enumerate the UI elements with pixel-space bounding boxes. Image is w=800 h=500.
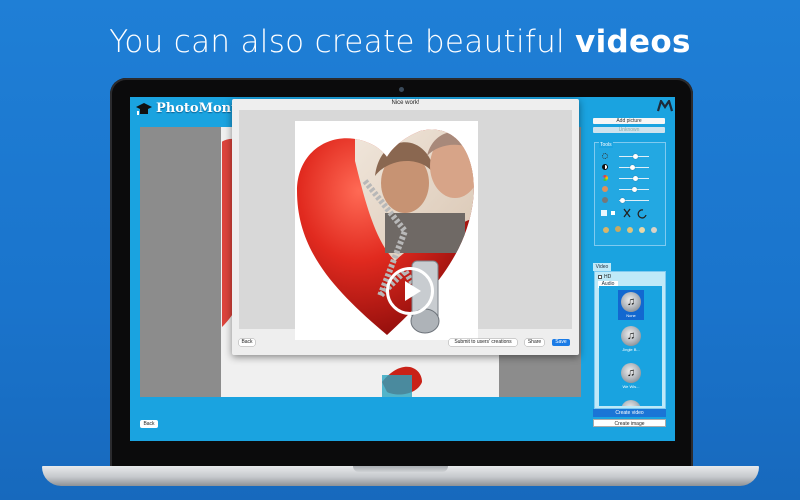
heart-photo-illustration	[297, 129, 474, 335]
slider-knob[interactable]	[630, 164, 635, 170]
tool-icons-row	[601, 208, 647, 219]
video-preview[interactable]	[239, 110, 572, 340]
disabled-button[interactable]: Unknown	[593, 127, 665, 133]
play-icon	[405, 281, 421, 301]
music-note-icon	[621, 400, 641, 406]
headline-text: You can also create beautiful	[109, 24, 576, 60]
saturation-icon	[602, 175, 608, 181]
audio-track-list[interactable]: ♫ None ♫ Jingle B... ♫ We Wis...	[599, 286, 662, 406]
play-button[interactable]	[386, 267, 434, 315]
blur-slider[interactable]	[602, 197, 660, 203]
rotate-icon	[637, 209, 647, 219]
slider-knob[interactable]	[619, 197, 625, 203]
music-note-icon: ♫	[621, 326, 641, 346]
track-name: None	[626, 313, 636, 318]
audio-track[interactable]: ♫ We Wis...	[618, 363, 644, 389]
laptop-notch	[353, 466, 448, 472]
hd-checkbox[interactable]	[598, 275, 602, 279]
camera-dot	[399, 87, 404, 92]
tools-panel: Tools	[594, 142, 666, 246]
scissors-icon	[623, 208, 631, 218]
track-name: Jingle B...	[622, 347, 640, 352]
hue-icon	[602, 186, 608, 192]
audio-track[interactable]: ♫ None	[618, 290, 644, 320]
video-tab[interactable]: Video	[593, 263, 611, 271]
create-image-button[interactable]: Create image	[593, 419, 666, 427]
saturation-slider[interactable]	[602, 175, 660, 181]
brightness-slider[interactable]	[602, 153, 660, 159]
hd-label: HD	[604, 274, 612, 280]
graduation-cap-icon	[136, 102, 152, 115]
back-button[interactable]: Back	[140, 420, 158, 428]
hue-slider[interactable]	[602, 186, 660, 192]
preview-dialog: Nice work! Back Submit to users' creatio…	[232, 99, 579, 355]
save-button[interactable]: Save	[552, 339, 570, 346]
dialog-title: Nice work!	[391, 100, 420, 106]
slider-knob[interactable]	[633, 153, 638, 159]
submit-creations-button[interactable]: Submit to users' creations	[449, 339, 517, 346]
contrast-icon	[602, 164, 608, 170]
track-name: We Wis...	[622, 384, 640, 389]
m-brand-icon	[657, 100, 673, 112]
slider-knob[interactable]	[631, 186, 637, 192]
slider-knob[interactable]	[633, 175, 638, 181]
preview-image	[295, 121, 478, 340]
hd-option[interactable]: HD	[598, 274, 611, 280]
dialog-back-button[interactable]: Back	[239, 339, 255, 346]
square-icon	[611, 211, 615, 215]
music-note-icon: ♫	[621, 292, 641, 312]
tools-label: Tools	[599, 142, 613, 148]
effect-icons-row	[603, 226, 657, 233]
create-video-button[interactable]: Create video	[593, 409, 666, 417]
blur-icon	[602, 197, 608, 203]
add-picture-button[interactable]: Add picture	[593, 118, 665, 124]
share-button[interactable]: Share	[525, 339, 544, 346]
headline: You can also create beautiful videos	[0, 24, 800, 60]
audio-track[interactable]	[618, 400, 644, 406]
contrast-slider[interactable]	[602, 164, 660, 170]
app-logo: PhotoMonta	[136, 101, 246, 116]
rectangle-icon	[601, 210, 607, 216]
video-panel: HD Audio ♫ None ♫ Jingle B... ♫ We Wis..…	[594, 271, 666, 409]
audio-track[interactable]: ♫ Jingle B...	[618, 326, 644, 352]
app-screen: PhotoMonta Back Add picture Unknown Tool…	[130, 97, 675, 441]
headline-emphasis: videos	[575, 24, 691, 60]
music-note-icon: ♫	[621, 363, 641, 383]
brightness-icon	[602, 153, 608, 159]
